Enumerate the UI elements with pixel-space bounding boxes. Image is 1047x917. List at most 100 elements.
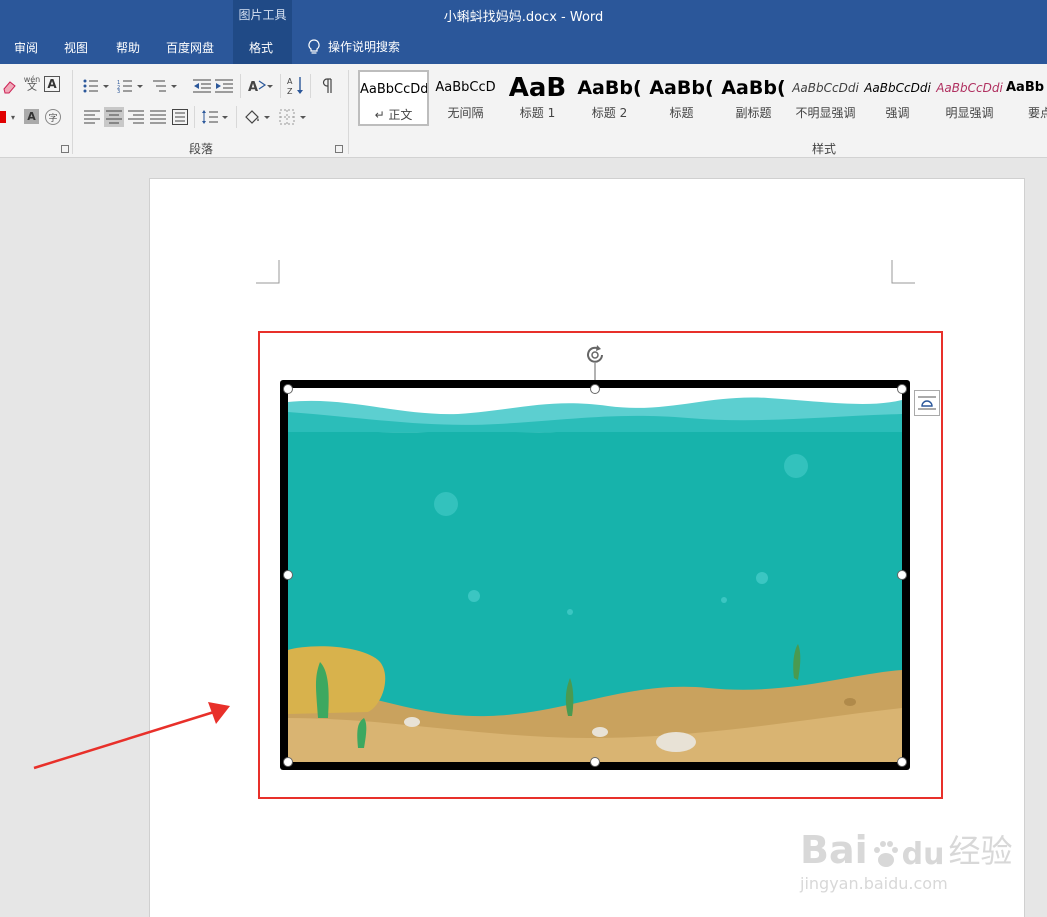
increase-indent-icon <box>215 79 233 93</box>
enclose-char-button[interactable]: 字 <box>45 109 61 125</box>
selected-picture[interactable] <box>280 380 910 770</box>
style-emphasis[interactable]: AaBbCcDdi 强调 <box>862 70 933 126</box>
eraser-icon <box>3 81 16 94</box>
char-shading-button[interactable]: A <box>24 109 39 124</box>
style-title[interactable]: AaBb( 标题 <box>646 70 717 126</box>
phonetic-guide-button[interactable]: wén 文 <box>22 74 42 94</box>
crop-mark-top-left <box>256 260 280 284</box>
font-dialog-launcher[interactable] <box>61 145 69 153</box>
resize-handle-top-left[interactable] <box>283 384 293 394</box>
document-title: 小蝌蚪找妈妈.docx - Word <box>443 10 604 25</box>
style-sample: AaBbCcDdi <box>864 81 931 95</box>
style-name: 标题 2 <box>591 106 628 120</box>
style-no-spacing[interactable]: AaBbCcD 无间隔 <box>430 70 501 126</box>
svg-text:A: A <box>287 77 293 86</box>
numbering-button[interactable]: 123 <box>116 76 144 96</box>
watermark-brand-cn: 经验 <box>948 832 1013 870</box>
tab-review[interactable]: 审阅 <box>14 39 38 56</box>
style-name: 副标题 <box>735 106 772 120</box>
style-heading-2[interactable]: AaBb( 标题 2 <box>574 70 645 126</box>
line-spacing-button[interactable] <box>200 107 230 127</box>
phonetic-bottom: 文 <box>27 82 37 93</box>
borders-button[interactable] <box>278 107 308 127</box>
style-name: 标题 <box>669 106 694 120</box>
inline-separator <box>194 106 195 128</box>
increase-indent-button[interactable] <box>214 76 234 96</box>
style-name: 要点 <box>1028 106 1047 120</box>
style-sample: AaBb( <box>649 77 714 99</box>
font-color-dropdown[interactable]: ▾ <box>6 107 20 127</box>
resize-handle-bottom-right[interactable] <box>897 757 907 767</box>
tab-baidu-netdisk[interactable]: 百度网盘 <box>166 39 214 56</box>
watermark-url: jingyan.baidu.com <box>800 874 948 893</box>
style-name: 标题 1 <box>519 106 556 120</box>
distributed-align-icon <box>172 109 188 125</box>
justify-icon <box>150 110 166 124</box>
align-center-button[interactable] <box>104 107 124 127</box>
layout-options-button[interactable] <box>914 390 940 416</box>
decrease-indent-icon <box>193 79 211 93</box>
style-strong[interactable]: AaBb 要点 <box>1006 70 1047 126</box>
paragraph-mark-icon <box>322 78 332 93</box>
align-left-icon <box>84 110 100 124</box>
annotation-arrow-icon <box>33 702 230 770</box>
multilevel-list-icon <box>153 80 177 92</box>
style-sample: AaBb <box>1006 80 1045 95</box>
crop-mark-top-right <box>891 260 915 284</box>
align-right-button[interactable] <box>126 107 146 127</box>
style-intense-emphasis[interactable]: AaBbCcDdi 明显强调 <box>934 70 1005 126</box>
styles-group-label: 样式 <box>812 142 837 156</box>
sort-button[interactable]: AZ <box>286 74 306 98</box>
paint-bucket-icon <box>245 110 270 124</box>
clear-format-button[interactable] <box>0 76 20 96</box>
style-heading-1[interactable]: AaB 标题 1 <box>502 70 573 126</box>
style-name: 不明显强调 <box>795 106 856 120</box>
align-left-button[interactable] <box>82 107 102 127</box>
chinese-layout-icon: A <box>248 80 273 94</box>
tell-me-search[interactable]: 操作说明搜索 <box>308 38 400 55</box>
style-sample: AaBb( <box>577 77 642 99</box>
resize-handle-top-right[interactable] <box>897 384 907 394</box>
paragraph-group-label: 段落 <box>189 142 214 156</box>
wrap-text-icon <box>918 396 936 410</box>
rotate-handle-icon[interactable] <box>584 343 608 383</box>
style-normal[interactable]: AaBbCcDd ↵ 正文 <box>358 70 429 126</box>
style-subtitle[interactable]: AaBb( 副标题 <box>718 70 789 126</box>
chinese-layout-button[interactable]: A <box>246 76 274 96</box>
svg-text:A: A <box>248 80 258 94</box>
justify-button[interactable] <box>148 107 168 127</box>
underwater-illustration <box>288 388 902 762</box>
decrease-indent-button[interactable] <box>192 76 212 96</box>
resize-handle-left[interactable] <box>283 570 293 580</box>
tab-format[interactable]: 格式 <box>249 39 273 56</box>
bullets-button[interactable] <box>82 76 110 96</box>
resize-handle-top[interactable] <box>590 384 600 394</box>
resize-handle-bottom-left[interactable] <box>283 757 293 767</box>
lightbulb-icon <box>308 38 320 54</box>
svg-text:3: 3 <box>117 89 120 93</box>
show-marks-button[interactable] <box>318 76 338 96</box>
tab-help[interactable]: 帮助 <box>116 39 140 56</box>
group-separator <box>348 70 349 154</box>
baidu-jingyan-watermark: Bai du 经验 jingyan.baidu.com <box>800 826 1013 893</box>
line-spacing-icon <box>202 110 228 124</box>
shading-button[interactable] <box>242 107 272 127</box>
style-name: ↵ 正文 <box>374 108 413 122</box>
style-name: 明显强调 <box>945 106 994 120</box>
char-border-button[interactable]: A <box>44 76 60 92</box>
style-sample: AaB <box>508 73 567 103</box>
watermark-brand: Bai <box>800 828 868 872</box>
style-sample: AaBbCcDdi <box>792 81 859 95</box>
style-subtle-emphasis[interactable]: AaBbCcDdi 不明显强调 <box>790 70 861 126</box>
svg-text:Z: Z <box>287 87 293 96</box>
resize-handle-right[interactable] <box>897 570 907 580</box>
paragraph-dialog-launcher[interactable] <box>335 145 343 153</box>
word-window: 图片工具 小蝌蚪找妈妈.docx - Word 审阅 视图 帮助 百度网盘 格式… <box>0 0 1047 917</box>
tab-view[interactable]: 视图 <box>64 39 88 56</box>
multilevel-list-button[interactable] <box>150 76 178 96</box>
bullet-list-icon <box>83 79 109 93</box>
tell-me-label: 操作说明搜索 <box>328 40 401 54</box>
inline-separator <box>310 74 311 98</box>
resize-handle-bottom[interactable] <box>590 757 600 767</box>
distributed-button[interactable] <box>170 107 190 127</box>
